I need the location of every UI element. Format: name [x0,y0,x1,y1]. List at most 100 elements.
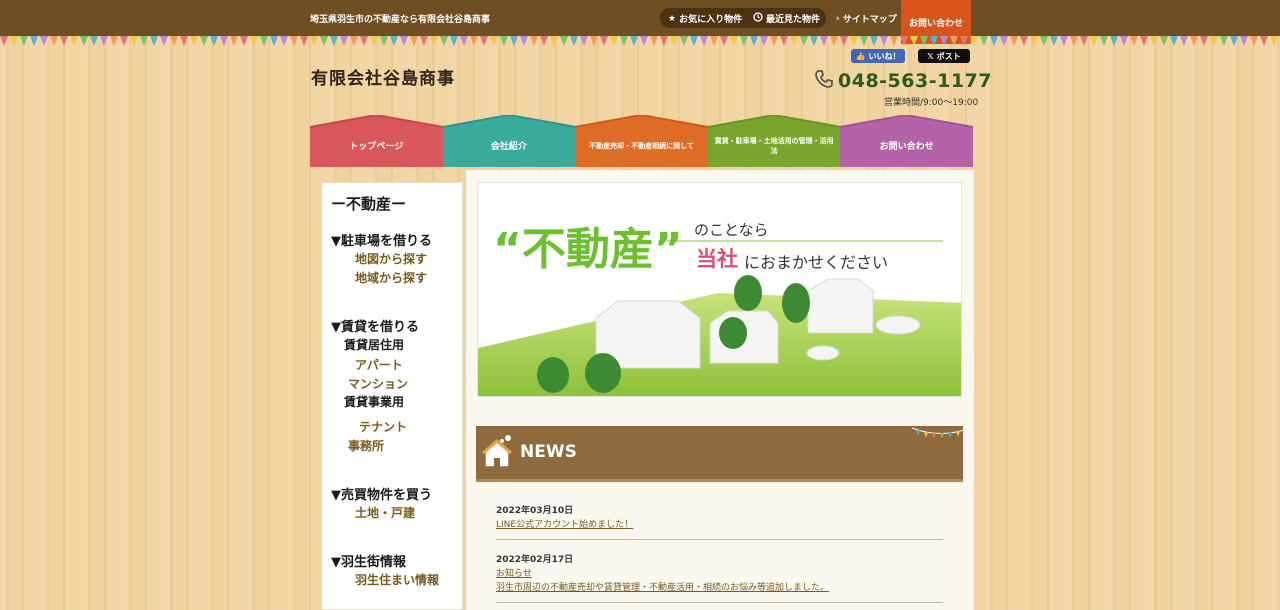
phone-block[interactable]: 048-563-1177 [814,69,992,93]
nav-item-top[interactable]: トップページ [310,115,443,167]
sidebar-link-apartment[interactable]: アパート [355,356,403,373]
bunting-flag [310,36,318,46]
bunting-flag [1180,36,1188,46]
bunting-flag [1050,36,1058,46]
nav-item-sale-inheritance[interactable]: 不動産売却・不動産相続に関して [575,115,709,167]
top-bar: 埼玉県羽生市の不動産なら有限会社谷島商事 [0,0,1280,36]
news-divider [496,602,943,603]
bunting-flag [170,36,178,46]
bunting-flag [870,36,878,46]
bunting-flag [140,36,148,46]
sidebar-link-land-house[interactable]: 土地・戸建 [355,504,415,521]
bunting-flag [720,36,728,46]
bunting-flag [490,36,498,46]
bunting-flag [640,36,648,46]
bunting-flag [270,36,278,46]
bunting-flag [1200,36,1208,46]
bunting-flag [680,36,688,46]
bunting-flag [300,36,308,46]
bunting-flag [450,36,458,46]
sidebar-link-tenant[interactable]: テナント [359,418,407,435]
bunting-flag [230,36,238,46]
nav-item-label: お問い合わせ [879,141,934,152]
bunting-flag [320,36,328,46]
bunting-flag [1220,36,1228,46]
x-post-button[interactable]: 𝕏 ポスト [918,49,970,63]
nav-item-contact[interactable]: お問い合わせ [840,115,974,167]
bunting-flag [810,36,818,46]
bunting-flag [1070,36,1078,46]
nav-item-label: 不動産売却・不動産相続に関して [589,142,694,151]
bunting-flag [750,36,758,46]
star-icon: ★ [668,13,677,24]
bunting-flag [1190,36,1198,46]
bunting-flag [1010,36,1018,46]
bunting-flag [110,36,118,46]
bunting-flag [510,36,518,46]
bunting-flag [1260,36,1268,46]
bunting-flag [80,36,88,46]
sidebar-link-area-search[interactable]: 地域から探す [355,269,427,286]
clock-icon [753,12,763,25]
site-tagline: 埼玉県羽生市の不動産なら有限会社谷島商事 [310,15,491,25]
news-item-link[interactable]: 羽生市周辺の不動産売却や賃貸管理・不動産活用・相続のお悩み等追加しました。 [496,580,829,593]
bunting-flag [430,36,438,46]
sidebar-link-hanyu-living[interactable]: 羽生住まい情報 [355,571,439,588]
news-item-link[interactable]: お知らせ [496,566,532,579]
bunting-flag [90,36,98,46]
sidebar-heading-parking: ▼駐車場を借りる [331,234,432,249]
sidebar: ー不動産ー ▼駐車場を借りる 地図から探す 地域から探す ▼賃貸を借りる 賃貸居… [321,182,463,610]
bunting-flag [60,36,68,46]
news-divider [496,539,943,540]
bunting-flag [600,36,608,46]
sidebar-link-map-search[interactable]: 地図から探す [355,250,427,267]
news-item-link[interactable]: LINE公式アカウント始めました！ [496,517,633,530]
bunting-flag [770,36,778,46]
bunting-flag [420,36,428,46]
bunting-flag [440,36,448,46]
bunting-flag [620,36,628,46]
sidebar-heading-buy: ▼売買物件を買う [331,488,432,503]
like-label: いいね！ [868,51,901,61]
bunting-flag [0,36,8,46]
bunting-flag [590,36,598,46]
bunting-flag [400,36,408,46]
news-title: NEWS [520,442,577,462]
bunting-flag [1100,36,1108,46]
bunting-flag [160,36,168,46]
phone-number: 048-563-1177 [838,70,992,92]
thumbs-up-icon: 👍 [855,51,866,61]
bunting-flag [610,36,618,46]
bunting-flag [970,36,978,46]
bunting-flag [1040,36,1048,46]
bunting-flag [890,36,898,46]
facebook-like-button[interactable]: 👍 いいね！ [851,49,905,63]
bunting-flag [820,36,828,46]
bunting-flag [850,36,858,46]
sidebar-sub-residential: 賃貸居住用 [344,338,405,352]
bunting-flag [220,36,228,46]
bunting-flag [570,36,578,46]
bunting-flag [380,36,388,46]
bunting-flag [940,36,948,46]
bunting-flag [540,36,548,46]
bunting-flag [1250,36,1258,46]
favorites-link[interactable]: ★ お気に入り物件 [668,12,742,26]
bunting-flag [660,36,668,46]
sitemap-link[interactable]: › サイトマップ [836,12,897,26]
sidebar-link-office[interactable]: 事務所 [348,437,384,454]
bunting-flag [40,36,48,46]
recent-link[interactable]: 最近見た物件 [753,12,820,25]
business-hours: 営業時間/9:00〜19:00 [884,98,979,108]
hero-banner: “不動産” のことなら 当社 におまかせください [477,182,962,397]
bunting-flag [700,36,708,46]
global-nav: トップページ 会社紹介 不動産売却・不動産相続に関して 賃貸・駐車場・土地活用の… [310,115,974,167]
sidebar-link-mansion[interactable]: マンション [348,375,408,392]
bunting-flag [1090,36,1098,46]
bunting-flag [860,36,868,46]
bunting-flag [780,36,788,46]
nav-item-company[interactable]: 会社紹介 [442,115,576,167]
bunting-flag [760,36,768,46]
bunting-flag [340,36,348,46]
nav-item-management[interactable]: 賃貸・駐車場・土地活用の管理・活用法 [707,115,841,167]
